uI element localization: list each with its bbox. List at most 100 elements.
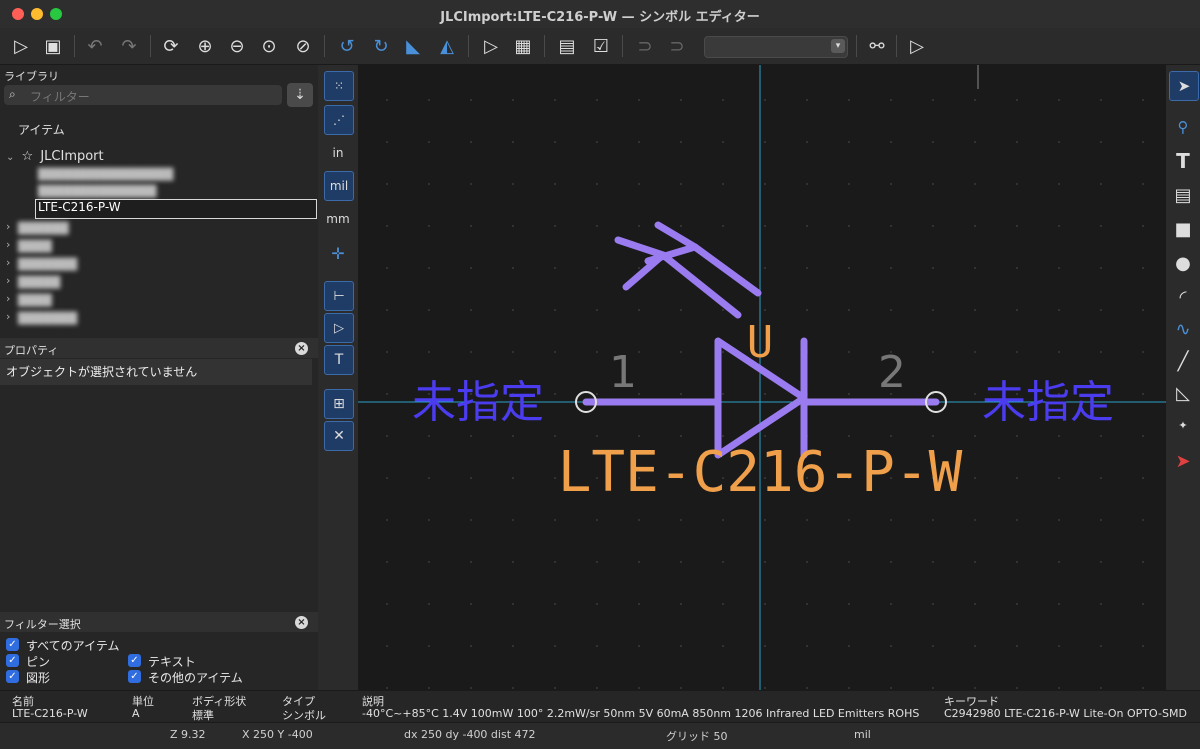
mirror-horizontal-icon[interactable]: ◭: [434, 33, 460, 59]
chevron-right-icon[interactable]: ›: [6, 220, 10, 233]
checkbox-pins[interactable]: ✓: [6, 654, 19, 667]
units-mm-label: mm: [326, 212, 350, 226]
list-item[interactable]: ██████: [18, 222, 69, 235]
selected-item-label: LTE-C216-P-W: [38, 200, 121, 214]
items-header: アイテム: [18, 123, 65, 137]
hidden-fields-icon[interactable]: T: [324, 345, 354, 375]
light-arrow-head-1: [614, 236, 667, 291]
show-pin-type-icon[interactable]: ⊢: [324, 281, 354, 311]
units-mil-button[interactable]: mil: [324, 171, 354, 201]
pin-2-name: 未指定: [982, 377, 1114, 428]
update-symbol-icon[interactable]: ▷: [904, 33, 930, 59]
library-tree-icon[interactable]: ⊞: [324, 389, 354, 419]
hidden-pins-icon[interactable]: ▷: [324, 313, 354, 343]
cursor-crosshair-icon[interactable]: ✛: [324, 239, 352, 267]
unit-selector[interactable]: ▾: [704, 36, 848, 58]
add-pin-icon[interactable]: ⚲: [1169, 113, 1197, 141]
anchor-point-icon[interactable]: ✦: [1169, 411, 1197, 439]
light-arrow-head-2: [644, 221, 699, 265]
checkbox-text[interactable]: ✓: [128, 654, 141, 667]
de-morgan-alternate-icon[interactable]: ⊃: [664, 33, 690, 59]
sort-icon[interactable]: ⇣: [287, 83, 313, 107]
symbol-checker-icon[interactable]: ☑: [588, 33, 614, 59]
pin-1-name: 未指定: [412, 377, 544, 428]
simulation-icon[interactable]: ▤: [554, 33, 580, 59]
units-inch-button[interactable]: in: [324, 139, 352, 167]
checkbox-all-items[interactable]: ✓: [6, 638, 19, 651]
type-value: シンボル: [282, 709, 326, 722]
checkbox-pins-label: ピン: [26, 655, 51, 669]
list-item[interactable]: ████: [18, 294, 52, 307]
close-icon[interactable]: ×: [295, 342, 308, 355]
list-item[interactable]: ████: [18, 240, 52, 253]
tree-root[interactable]: ⌄ ☆ JLCImport: [6, 149, 104, 164]
info-bar: 名前 LTE-C216-P-W 単位 A ボディ形状 標準 タイプ シンボル 説…: [0, 690, 1200, 723]
light-arrow-1: [659, 251, 742, 319]
value-field: LTE-C216-P-W: [558, 440, 963, 505]
library-panel: ライブラリ ⌕ フィルター ⇣ アイテム ⌄ ☆ JLCImport █████…: [0, 65, 318, 690]
delete-tool-icon[interactable]: ➤: [1169, 447, 1197, 475]
zoom-readout: Z 9.32: [170, 728, 206, 741]
symbol-properties-icon[interactable]: ▷: [478, 33, 504, 59]
description-value: -40°C~+85°C 1.4V 100mW 100° 2.2mW/sr 50n…: [362, 707, 920, 720]
search-icon: ⌕: [9, 87, 16, 101]
zoom-in-icon[interactable]: ⊕: [192, 33, 218, 59]
filter-placeholder: フィルター: [30, 90, 90, 104]
zoom-selection-icon[interactable]: ⊘: [290, 33, 316, 59]
chevron-right-icon[interactable]: ›: [6, 310, 10, 323]
select-arrow-icon[interactable]: ➤: [1169, 71, 1199, 101]
properties-message: オブジェクトが選択されていません: [0, 359, 312, 385]
list-item[interactable]: ████████████████: [38, 168, 173, 181]
redo-icon[interactable]: ↷: [116, 33, 142, 59]
chevron-right-icon[interactable]: ›: [6, 292, 10, 305]
list-item[interactable]: ██████████████: [38, 185, 156, 198]
undo-icon[interactable]: ↶: [82, 33, 108, 59]
chevron-right-icon[interactable]: ›: [6, 256, 10, 269]
chevron-right-icon[interactable]: ›: [6, 238, 10, 251]
grid-toggle-icon[interactable]: ⁙: [324, 71, 354, 101]
units-readout: mil: [854, 728, 871, 741]
rotate-cw-icon[interactable]: ↻: [368, 33, 394, 59]
zoom-out-icon[interactable]: ⊖: [224, 33, 250, 59]
status-bar: Z 9.32 X 250 Y -400 dx 250 dy -400 dist …: [0, 722, 1200, 749]
grid-readout: グリッド 50: [666, 730, 728, 743]
add-text-icon[interactable]: T: [1169, 147, 1197, 175]
add-polygon-icon[interactable]: ◺: [1169, 379, 1197, 407]
units-mm-button[interactable]: mm: [324, 205, 352, 233]
add-textbox-icon[interactable]: ▤: [1169, 181, 1197, 209]
list-item[interactable]: █████: [18, 276, 60, 289]
rotate-ccw-icon[interactable]: ↺: [334, 33, 360, 59]
list-item[interactable]: ███████: [18, 312, 77, 325]
selected-item[interactable]: LTE-C216-P-W: [35, 199, 317, 219]
checkbox-graphics[interactable]: ✓: [6, 670, 19, 683]
keyword-value: C2942980 LTE-C216-P-W Lite-On OPTO-SMD: [944, 707, 1187, 720]
list-item[interactable]: ███████: [18, 258, 77, 271]
refresh-icon[interactable]: ⟳: [158, 33, 184, 59]
add-bezier-icon[interactable]: ∿: [1169, 315, 1197, 343]
mirror-vertical-icon[interactable]: ◣: [400, 33, 426, 59]
add-circle-icon[interactable]: ●: [1169, 249, 1197, 277]
main-toolbar: ▷ ▣ ↶ ↷ ⟳ ⊕ ⊖ ⊙ ⊘ ↺ ↻ ◣ ◭ ▷ ▦ ▤ ☑ ⊃ ⊃ ▾ …: [0, 28, 1200, 65]
add-rectangle-icon[interactable]: ■: [1169, 215, 1197, 243]
reference-designator: U: [747, 317, 774, 368]
checkbox-all-items-label: すべてのアイテム: [26, 639, 120, 653]
grid-overrides-icon[interactable]: ⋰: [324, 105, 354, 135]
tools-icon[interactable]: ✕: [324, 421, 354, 451]
zoom-fit-icon[interactable]: ⊙: [256, 33, 282, 59]
right-toolbar: ➤ ⚲ T ▤ ■ ● ◜ ∿ ╱ ◺ ✦ ➤: [1166, 65, 1200, 690]
de-morgan-standard-icon[interactable]: ⊃: [632, 33, 658, 59]
checkbox-other-items[interactable]: ✓: [128, 670, 141, 683]
pin-sync-icon[interactable]: ⚯: [864, 33, 890, 59]
close-icon[interactable]: ×: [295, 616, 308, 629]
add-line-icon[interactable]: ╱: [1169, 347, 1197, 375]
checkbox-graphics-label: 図形: [26, 671, 51, 685]
symbol-canvas[interactable]: 1 2 未指定 未指定 U LTE-C216-P-W: [358, 65, 1166, 690]
save-icon[interactable]: ▣: [40, 33, 66, 59]
add-arc-icon[interactable]: ◜: [1169, 283, 1197, 311]
search-input[interactable]: ⌕ フィルター: [4, 85, 282, 105]
new-symbol-icon[interactable]: ▷: [8, 33, 34, 59]
pin-table-icon[interactable]: ▦: [510, 33, 536, 59]
library-header: ライブラリ: [4, 70, 59, 83]
chevron-down-icon: ▾: [831, 39, 845, 53]
chevron-right-icon[interactable]: ›: [6, 274, 10, 287]
